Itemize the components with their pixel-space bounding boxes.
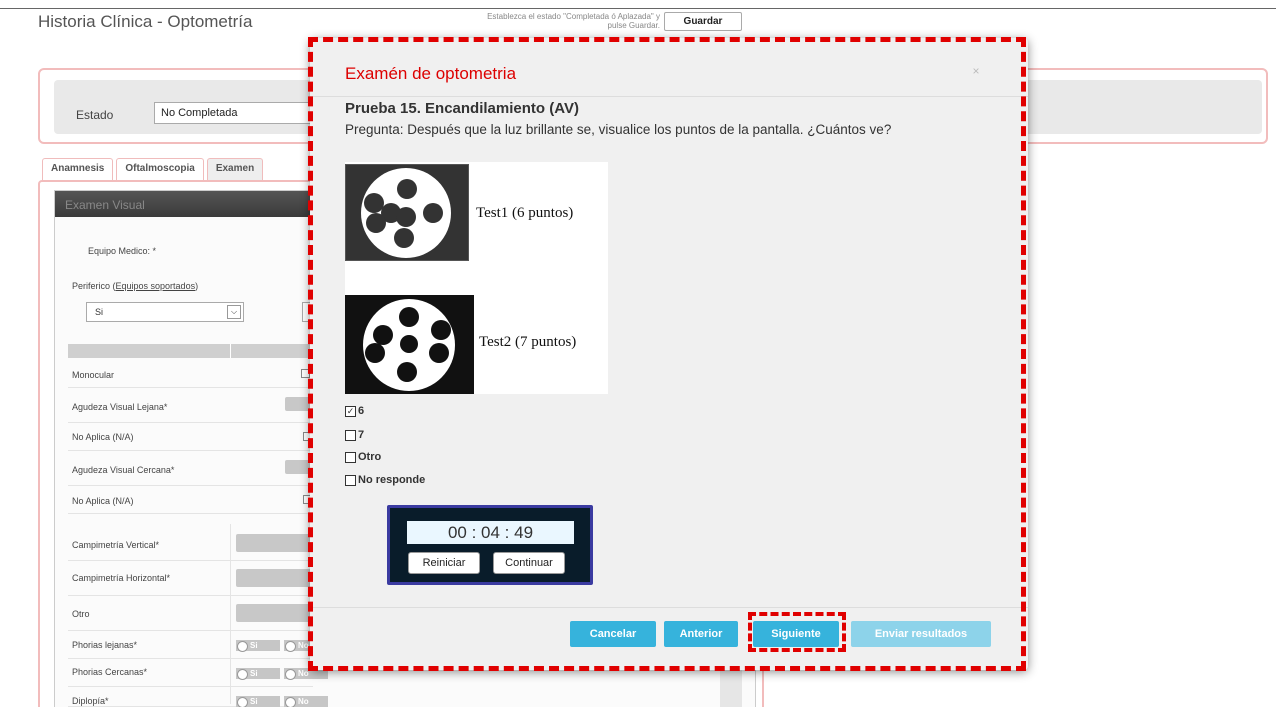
otro-input[interactable] [236, 604, 314, 622]
chevron-down-icon[interactable]: ⌵ [227, 305, 241, 319]
option-otro-checkbox[interactable] [345, 451, 356, 463]
campimetria-vertical-input[interactable] [236, 534, 314, 552]
option-otro-label: Otro [358, 451, 382, 463]
option-no-responde-checkbox[interactable] [345, 474, 356, 486]
tab-anamnesis[interactable]: Anamnesis [42, 158, 114, 180]
row-label: Agudeza Visual Cercana* [72, 465, 175, 475]
phorias-lejanas-si-radio[interactable]: Si [236, 640, 280, 652]
optometry-modal: Examén de optometria × Prueba 15. Encand… [310, 38, 1028, 670]
table-row: Agudeza Visual Cercana* [68, 451, 313, 486]
periferico-select[interactable]: Si ⌵ [86, 302, 244, 322]
row-label: Otro [72, 609, 90, 619]
save-hint-text: Establezca el estado "Completada ó Aplaz… [487, 12, 660, 30]
table-row: Agudeza Visual Lejana* [68, 388, 313, 423]
page-title: Historia Clínica - Optometría [38, 12, 253, 31]
next-button[interactable]: Siguiente [753, 621, 839, 647]
close-icon[interactable]: × [968, 64, 984, 80]
table-row: No Aplica (N/A) [68, 486, 313, 514]
test1-label: Test1 (6 puntos) [476, 205, 574, 221]
modal-divider-bottom [310, 607, 1028, 608]
phorias-cercanas-si-radio[interactable]: Si [236, 668, 280, 680]
test2-label: Test2 (7 puntos) [479, 334, 577, 350]
option-7-checkbox[interactable] [345, 429, 356, 441]
test1-dots-image [345, 164, 469, 261]
test2-dots-svg [363, 299, 455, 391]
save-button[interactable]: Guardar [664, 12, 742, 31]
periferico-label: Periferico (Equipos soportados) [72, 281, 198, 291]
cancel-button[interactable]: Cancelar [570, 621, 656, 647]
tab-oftalmoscopia[interactable]: Oftalmoscopia [116, 158, 204, 180]
campimetria-horizontal-input[interactable] [236, 569, 314, 587]
option-no-responde[interactable]: No responde [345, 474, 425, 486]
monocular-checkbox[interactable] [301, 369, 310, 378]
table-row: No Aplica (N/A) [68, 423, 313, 451]
row-label: No Aplica (N/A) [72, 496, 134, 506]
option-6-checkbox[interactable]: ✓ [345, 405, 356, 417]
diplopia-no-radio[interactable]: No [284, 696, 328, 707]
question-text: Pregunta: Después que la luz brillante s… [345, 122, 892, 137]
av-lejana-input[interactable] [285, 397, 313, 411]
option-6-label: 6 [358, 405, 365, 417]
test1-dots-svg [361, 168, 451, 258]
equipos-soportados-link[interactable]: Equipos soportados [116, 281, 196, 291]
timer-display: 00 : 04 : 49 [407, 521, 574, 544]
test-image-panel: Test1 (6 puntos) Test2 (7 puntos) [345, 162, 608, 394]
option-6[interactable]: ✓ 6 [345, 405, 364, 417]
estado-select[interactable]: No Completada [154, 102, 314, 124]
periferico-value: Si [95, 307, 104, 317]
row-label: Phorias lejanas* [72, 640, 138, 650]
table-row: Monocular [68, 360, 313, 388]
modal-title: Examén de optometria [345, 64, 517, 83]
row-label: No Aplica (N/A) [72, 432, 134, 442]
test2-dots-image [345, 295, 474, 394]
diplopia-si-radio[interactable]: Si [236, 696, 280, 707]
option-7[interactable]: 7 [345, 429, 364, 441]
grid-header [68, 344, 313, 358]
exam-tabs: Anamnesis Oftalmoscopia Examen [42, 158, 264, 180]
tab-examen[interactable]: Examen [206, 158, 264, 180]
row-label: Campimetría Horizontal* [72, 573, 171, 583]
estado-label: Estado [76, 108, 114, 122]
row-label: Diplopía* [72, 696, 109, 706]
row-label: Campimetría Vertical* [72, 540, 160, 550]
modal-divider-top [310, 96, 1028, 97]
timer-continue-button[interactable]: Continuar [493, 552, 565, 574]
row-label: Monocular [72, 370, 115, 380]
av-cercana-input[interactable] [285, 460, 313, 474]
option-otro[interactable]: Otro [345, 451, 381, 463]
previous-button[interactable]: Anterior [664, 621, 738, 647]
top-divider [0, 8, 1276, 9]
send-results-button[interactable]: Enviar resultados [851, 621, 991, 647]
row-label: Phorias Cercanas* [72, 667, 148, 677]
grid-header-divider [230, 344, 231, 358]
option-7-label: 7 [358, 429, 365, 441]
timer-reset-button[interactable]: Reiniciar [408, 552, 480, 574]
timer-widget: 00 : 04 : 49 Reiniciar Continuar [387, 505, 593, 585]
periferico-label-close: ) [195, 281, 199, 291]
question-title: Prueba 15. Encandilamiento (AV) [345, 100, 579, 117]
option-no-responde-label: No responde [358, 474, 426, 486]
equipo-medico-label: Equipo Medico: * [88, 246, 157, 256]
row-label: Agudeza Visual Lejana* [72, 402, 168, 412]
periferico-label-text: Periferico ( [72, 281, 116, 291]
